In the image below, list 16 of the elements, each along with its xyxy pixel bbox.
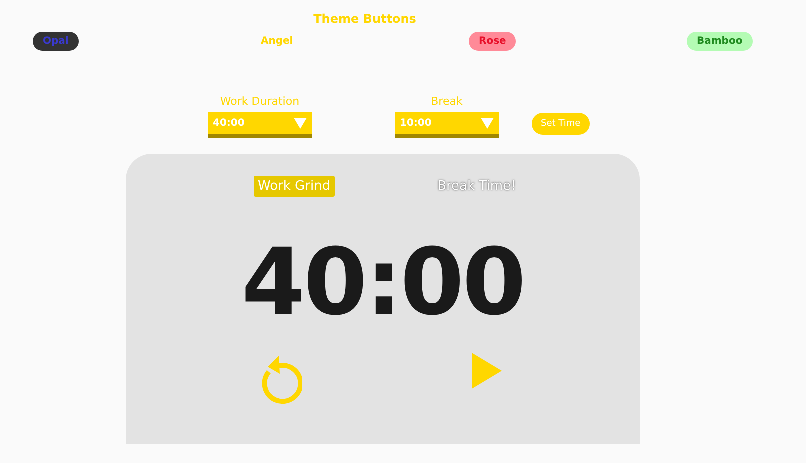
timer-display: 40:00: [240, 237, 526, 329]
theme-button[interactable]: Rose: [469, 32, 516, 51]
play-icon[interactable]: [472, 353, 502, 389]
theme-button[interactable]: Opal: [33, 32, 79, 51]
mode-tab[interactable]: Work Grind: [254, 176, 335, 197]
duration-dropdown[interactable]: 40:00: [208, 112, 312, 138]
duration-dropdown[interactable]: 10:00: [395, 112, 499, 138]
dropdown-triangle-icon: [294, 118, 307, 128]
set-time-button[interactable]: Set Time: [532, 113, 590, 135]
field-label: Work Duration: [220, 95, 300, 108]
theme-button[interactable]: Angel: [251, 32, 304, 51]
mode-tab[interactable]: Break Time!: [434, 176, 520, 197]
dropdown-triangle-icon: [481, 118, 494, 128]
theme-button[interactable]: Bamboo: [687, 32, 753, 51]
field-label: Break: [431, 95, 463, 108]
themes-title: Theme Buttons: [314, 12, 416, 26]
